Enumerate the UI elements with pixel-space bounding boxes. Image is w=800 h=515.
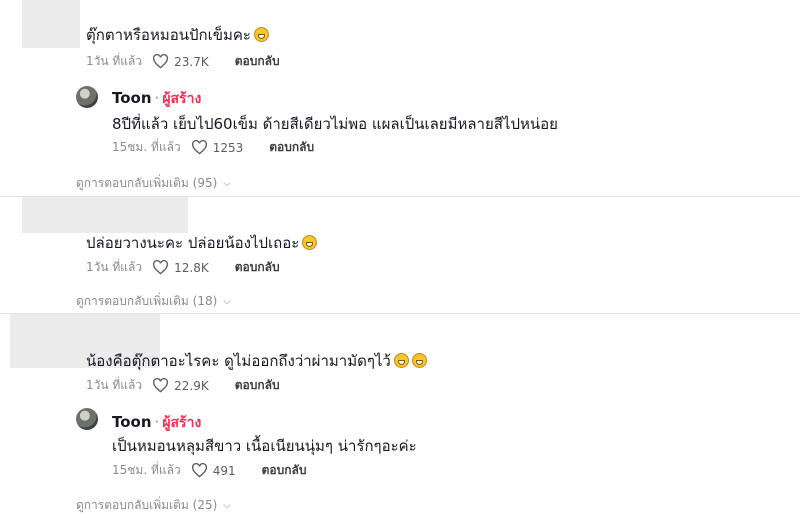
chevron-down-icon: ⌵ (223, 500, 231, 511)
timestamp: 15ชม. ที่แล้ว (112, 140, 181, 154)
reply-button[interactable]: ตอบกลับ (262, 461, 307, 480)
creator-badge: ผู้สร้าง (162, 91, 202, 107)
heart-outline-icon[interactable] (152, 54, 169, 69)
like-count: 22.9K (174, 378, 209, 393)
reply-button[interactable]: ตอบกลับ (235, 258, 280, 277)
reply-author: Toon · ผู้สร้าง (112, 88, 201, 110)
timestamp: 1วัน ที่แล้ว (86, 54, 143, 68)
comment-text: ตุ๊กตาหรือหมอนปักเข็มคะ (86, 23, 269, 47)
avatar[interactable] (76, 86, 98, 108)
creator-badge: ผู้สร้าง (162, 415, 202, 431)
reply-meta: 15ชม. ที่แล้ว 1253 ตอบกลับ (112, 138, 314, 157)
chevron-down-icon: ⌵ (223, 296, 231, 307)
comment-meta: 1วัน ที่แล้ว 22.9K ตอบกลับ (86, 376, 280, 395)
timestamp: 1วัน ที่แล้ว (86, 378, 143, 392)
comment-meta: 1วัน ที่แล้ว 12.8K ตอบกลับ (86, 258, 280, 277)
chevron-down-icon: ⌵ (223, 178, 231, 189)
like-count: 1253 (212, 140, 244, 155)
heart-outline-icon[interactable] (152, 260, 169, 275)
reply-button[interactable]: ตอบกลับ (269, 138, 314, 157)
heart-outline-icon[interactable] (152, 378, 169, 393)
reply-text: เป็นหมอนหลุมสีขาว เนื้อเนียนนุ่มๆ น่ารัก… (112, 437, 417, 455)
redacted-avatar-area (22, 197, 188, 233)
reply-button[interactable]: ตอบกลับ (235, 376, 280, 395)
name-separator: · (154, 89, 160, 107)
view-more-label: ดูการตอบกลับเพิ่มเติม (18) (76, 294, 218, 308)
rolling-laughing-emoji (302, 235, 318, 250)
like-count: 12.8K (174, 260, 209, 275)
comment-text: น้องคือตุ๊กตาอะไรคะ ดูไม่ออกถึงว่าผ่ามาม… (86, 349, 427, 373)
comment-meta: 1วัน ที่แล้ว 23.7K ตอบกลับ (86, 52, 280, 71)
tears-of-joy-emoji (411, 353, 427, 368)
reply-author: Toon · ผู้สร้าง (112, 412, 201, 434)
grinning-sweat-emoji (253, 27, 269, 42)
reply-text: 8ปีที่แล้ว เย็บไป60เข็ม ด้ายสีเดียวไม่พอ… (112, 115, 558, 133)
author-name[interactable]: Toon (112, 413, 152, 431)
timestamp: 1วัน ที่แล้ว (86, 260, 143, 274)
heart-outline-icon[interactable] (191, 463, 208, 478)
tears-of-joy-emoji (393, 353, 409, 368)
view-more-replies[interactable]: ดูการตอบกลับเพิ่มเติม (18) ⌵ (76, 292, 231, 311)
reply-button[interactable]: ตอบกลับ (235, 52, 280, 71)
view-more-replies[interactable]: ดูการตอบกลับเพิ่มเติม (95) ⌵ (76, 174, 231, 193)
comment-body: ตุ๊กตาหรือหมอนปักเข็มคะ (86, 26, 251, 44)
view-more-replies[interactable]: ดูการตอบกลับเพิ่มเติม (25) ⌵ (76, 496, 231, 515)
comment-text: ปล่อยวางนะคะ ปล่อยน้องไปเถอะ (86, 231, 318, 255)
redacted-avatar-area (22, 0, 80, 48)
avatar[interactable] (76, 408, 98, 430)
comment-body: ปล่อยวางนะคะ ปล่อยน้องไปเถอะ (86, 234, 300, 252)
heart-outline-icon[interactable] (191, 140, 208, 155)
like-count: 23.7K (174, 54, 209, 69)
timestamp: 15ชม. ที่แล้ว (112, 463, 181, 477)
author-name[interactable]: Toon (112, 89, 152, 107)
name-separator: · (154, 413, 160, 431)
comment-body: น้องคือตุ๊กตาอะไรคะ ดูไม่ออกถึงว่าผ่ามาม… (86, 352, 391, 370)
reply-meta: 15ชม. ที่แล้ว 491 ตอบกลับ (112, 461, 306, 480)
like-count: 491 (212, 463, 236, 478)
view-more-label: ดูการตอบกลับเพิ่มเติม (95) (76, 176, 218, 190)
view-more-label: ดูการตอบกลับเพิ่มเติม (25) (76, 498, 218, 512)
